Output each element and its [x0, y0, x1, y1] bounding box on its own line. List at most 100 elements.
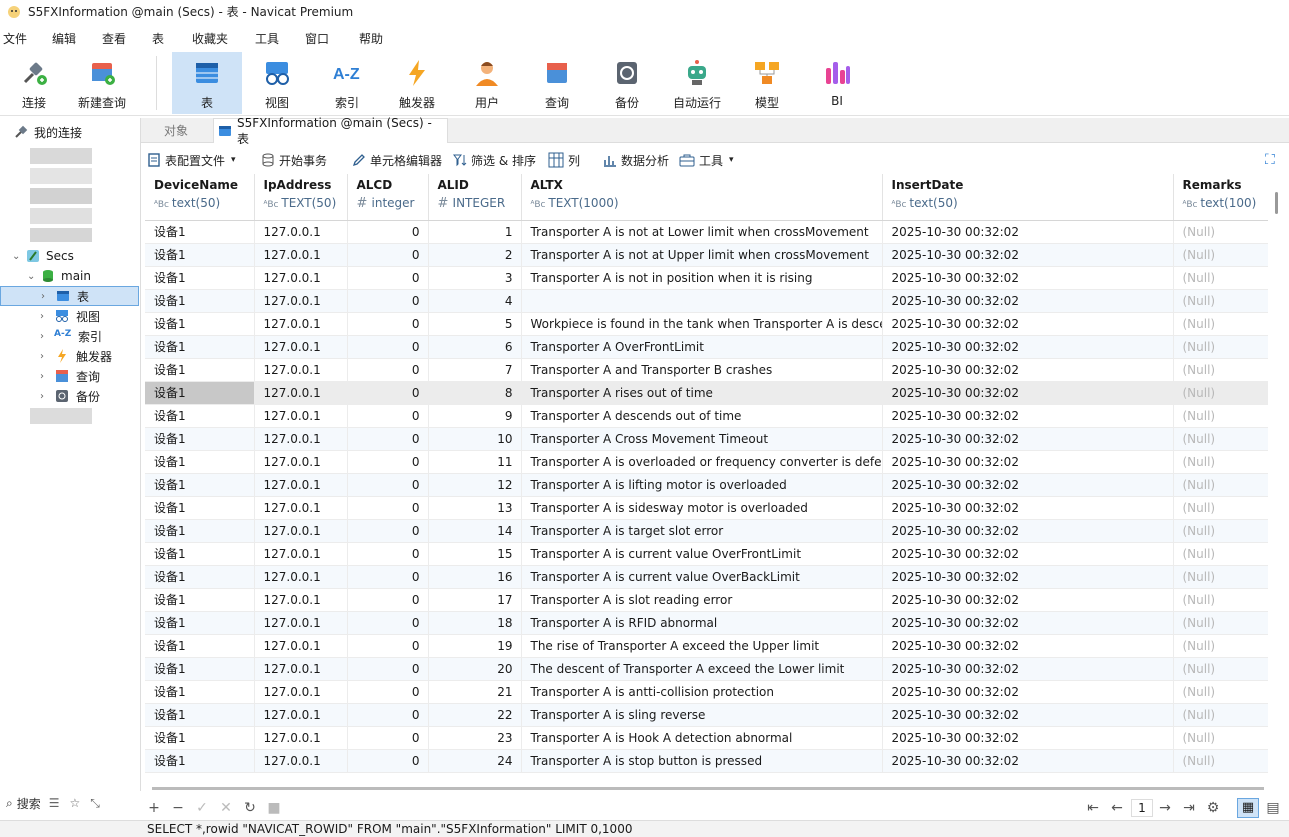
cell-devicename[interactable]: 设备1	[145, 611, 255, 635]
cell-alid[interactable]: 20	[428, 657, 522, 681]
column-header-alcd[interactable]: ALCD # integer	[347, 174, 429, 221]
cell-alid[interactable]: 11	[428, 450, 522, 474]
tab-table-editor[interactable]: S5FXInformation @main (Secs) - 表	[213, 116, 448, 146]
cell-devicename[interactable]: 设备1	[145, 266, 255, 290]
ribbon-view-button[interactable]: 视图	[243, 52, 311, 114]
table-row[interactable]: 设备1 127.0.0.1 0 15 Transporter A is current …	[145, 542, 1268, 566]
table-row[interactable]: 设备1 127.0.0.1 0 2 Transporter A is not at Up…	[145, 243, 1268, 267]
table-row[interactable]: 设备1 127.0.0.1 0 23 Transporter A is Hook A d…	[145, 726, 1268, 750]
grid-view-button[interactable]: ▦	[1237, 798, 1259, 818]
table-row[interactable]: 设备1 127.0.0.1 0 21 Transporter A is antti-co…	[145, 680, 1268, 704]
column-header-remarks[interactable]: Remarks ᴬBc text(100)	[1173, 174, 1268, 221]
cell-ipaddress[interactable]: 127.0.0.1	[254, 726, 348, 750]
ribbon-bi-button[interactable]: BI	[803, 52, 871, 114]
cell-alid[interactable]: 19	[428, 634, 522, 658]
horizontal-scrollbar[interactable]	[152, 787, 1264, 790]
cell-devicename[interactable]: 设备1	[145, 657, 255, 681]
cell-alcd[interactable]: 0	[347, 450, 429, 474]
ribbon-model-button[interactable]: 模型	[733, 52, 801, 114]
tree-item-triggers[interactable]: › 触发器	[40, 346, 112, 366]
cell-ipaddress[interactable]: 127.0.0.1	[254, 220, 348, 244]
cell-altx[interactable]: Transporter A is current value OverFront…	[521, 542, 883, 566]
cell-alcd[interactable]: 0	[347, 634, 429, 658]
cell-ipaddress[interactable]: 127.0.0.1	[254, 634, 348, 658]
cell-devicename[interactable]: 设备1	[145, 496, 255, 520]
cell-ipaddress[interactable]: 127.0.0.1	[254, 496, 348, 520]
table-row[interactable]: 设备1 127.0.0.1 0 16 Transporter A is current …	[145, 565, 1268, 589]
chevron-right-icon[interactable]: ›	[41, 291, 51, 302]
ribbon-new-query-button[interactable]: 新建查询	[68, 52, 136, 114]
tools-button[interactable]: 工具 ▾	[679, 152, 734, 169]
cell-ipaddress[interactable]: 127.0.0.1	[254, 312, 348, 336]
tree-db-secs[interactable]: ⌄ Secs	[12, 246, 74, 266]
tree-item-tables[interactable]: › 表	[0, 286, 139, 306]
menu-favorites[interactable]: 收藏夹	[192, 30, 228, 47]
menu-edit[interactable]: 编辑	[52, 30, 76, 47]
table-row[interactable]: 设备1 127.0.0.1 0 18 Transporter A is RFID abn…	[145, 611, 1268, 635]
cell-alcd[interactable]: 0	[347, 358, 429, 382]
table-row[interactable]: 设备1 127.0.0.1 0 24 Transporter A is stop but…	[145, 749, 1268, 773]
tree-item-backups[interactable]: › 备份	[40, 386, 100, 406]
table-row[interactable]: 设备1 127.0.0.1 0 12 Transporter A is lifting …	[145, 473, 1268, 497]
cell-insertdate[interactable]: 2025-10-30 00:32:02	[882, 749, 1174, 773]
cell-devicename[interactable]: 设备1	[145, 404, 255, 428]
cell-editor-button[interactable]: 单元格编辑器	[352, 152, 442, 169]
table-row[interactable]: 设备1 127.0.0.1 0 13 Transporter A is sidesway…	[145, 496, 1268, 520]
cell-alcd[interactable]: 0	[347, 588, 429, 612]
cell-devicename[interactable]: 设备1	[145, 588, 255, 612]
cell-ipaddress[interactable]: 127.0.0.1	[254, 565, 348, 589]
tree-schema-main[interactable]: ⌄ main	[27, 266, 91, 286]
menu-view[interactable]: 查看	[102, 30, 126, 47]
cell-remarks[interactable]: (Null)	[1173, 473, 1268, 497]
cell-devicename[interactable]: 设备1	[145, 542, 255, 566]
cell-alcd[interactable]: 0	[347, 404, 429, 428]
cell-alcd[interactable]: 0	[347, 266, 429, 290]
cell-remarks[interactable]: (Null)	[1173, 726, 1268, 750]
cell-alid[interactable]: 21	[428, 680, 522, 704]
cell-alcd[interactable]: 0	[347, 473, 429, 497]
cell-remarks[interactable]: (Null)	[1173, 703, 1268, 727]
cell-remarks[interactable]: (Null)	[1173, 680, 1268, 704]
cell-altx[interactable]: Transporter A is Hook A detection abnorm…	[521, 726, 883, 750]
cell-devicename[interactable]: 设备1	[145, 749, 255, 773]
cell-altx[interactable]: Transporter A OverFrontLimit	[521, 335, 883, 359]
cell-ipaddress[interactable]: 127.0.0.1	[254, 680, 348, 704]
chevron-right-icon[interactable]: ›	[40, 351, 50, 362]
chevron-down-icon[interactable]: ⌄	[27, 271, 37, 282]
collapse-icon[interactable]: ⤡	[90, 796, 100, 811]
cell-ipaddress[interactable]: 127.0.0.1	[254, 542, 348, 566]
cell-ipaddress[interactable]: 127.0.0.1	[254, 404, 348, 428]
cell-devicename[interactable]: 设备1	[145, 450, 255, 474]
cell-ipaddress[interactable]: 127.0.0.1	[254, 266, 348, 290]
cell-altx[interactable]: Transporter A is RFID abnormal	[521, 611, 883, 635]
cell-insertdate[interactable]: 2025-10-30 00:32:02	[882, 634, 1174, 658]
cell-remarks[interactable]: (Null)	[1173, 611, 1268, 635]
cell-alcd[interactable]: 0	[347, 220, 429, 244]
profile-button[interactable]: 表配置文件 ▾	[147, 152, 236, 169]
cell-alcd[interactable]: 0	[347, 611, 429, 635]
cell-ipaddress[interactable]: 127.0.0.1	[254, 749, 348, 773]
menu-table[interactable]: 表	[152, 30, 164, 47]
cell-alid[interactable]: 16	[428, 565, 522, 589]
column-header-devicename[interactable]: DeviceName ᴬBc text(50)	[145, 174, 255, 221]
table-row[interactable]: 设备1 127.0.0.1 0 10 Transporter A Cross Movem…	[145, 427, 1268, 451]
cell-ipaddress[interactable]: 127.0.0.1	[254, 289, 348, 313]
cell-devicename[interactable]: 设备1	[145, 473, 255, 497]
ribbon-trigger-button[interactable]: 触发器	[383, 52, 451, 114]
cell-alid[interactable]: 2	[428, 243, 522, 267]
cell-ipaddress[interactable]: 127.0.0.1	[254, 703, 348, 727]
cell-alcd[interactable]: 0	[347, 565, 429, 589]
chevron-right-icon[interactable]: ›	[40, 331, 50, 342]
cell-altx[interactable]: Transporter A rises out of time	[521, 381, 883, 405]
cell-ipaddress[interactable]: 127.0.0.1	[254, 427, 348, 451]
cell-ipaddress[interactable]: 127.0.0.1	[254, 450, 348, 474]
cell-remarks[interactable]: (Null)	[1173, 588, 1268, 612]
table-row[interactable]: 设备1 127.0.0.1 0 7 Transporter A and Transpor…	[145, 358, 1268, 382]
cell-altx[interactable]: Transporter A is overloaded or frequency…	[521, 450, 883, 474]
table-row[interactable]: 设备1 127.0.0.1 0 17 Transporter A is slot rea…	[145, 588, 1268, 612]
cell-alcd[interactable]: 0	[347, 749, 429, 773]
cell-ipaddress[interactable]: 127.0.0.1	[254, 358, 348, 382]
sidebar-search-label[interactable]: 搜索	[17, 795, 41, 812]
cell-devicename[interactable]: 设备1	[145, 335, 255, 359]
cell-remarks[interactable]: (Null)	[1173, 266, 1268, 290]
